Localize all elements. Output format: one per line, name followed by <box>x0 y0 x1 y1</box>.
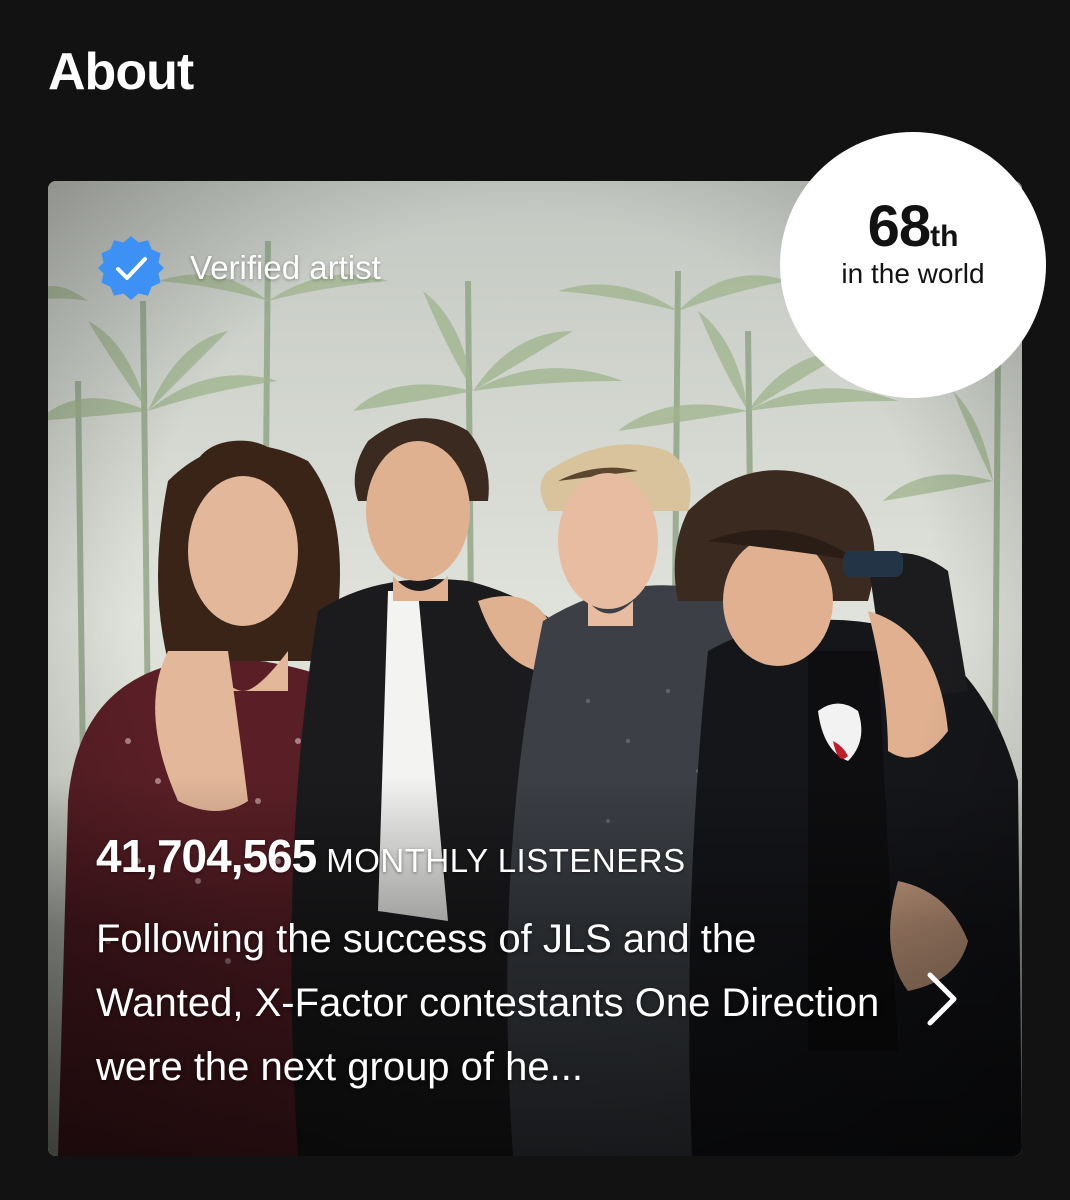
world-rank-number: 68 <box>867 194 932 259</box>
world-rank-suffix: th <box>930 220 959 253</box>
verified-artist-label: Verified artist <box>190 249 381 286</box>
world-rank-caption: in the world <box>841 258 985 289</box>
section-title: About <box>48 43 194 101</box>
world-rank: 68th <box>780 198 1046 256</box>
verified-badge-icon <box>98 236 164 300</box>
verified-row: Verified artist <box>96 233 381 303</box>
chevron-right-icon[interactable] <box>916 969 966 1029</box>
monthly-listeners-count: 41,704,565 <box>96 830 317 882</box>
monthly-listeners: 41,704,565 MONTHLY LISTENERS <box>96 829 686 883</box>
world-rank-badge: 68th in the world <box>780 132 1046 398</box>
monthly-listeners-label: MONTHLY LISTENERS <box>326 842 686 879</box>
artist-bio: Following the success of JLS and the Wan… <box>96 917 880 1089</box>
